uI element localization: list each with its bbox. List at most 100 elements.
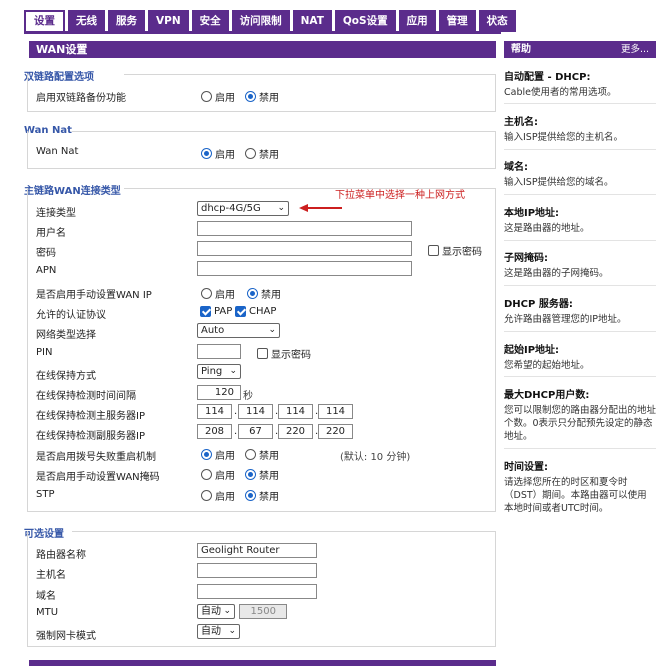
radio-icon[interactable] [201, 91, 212, 102]
stp-enable-radio[interactable]: 启用 [201, 488, 235, 503]
apn-label: APN [36, 265, 57, 276]
checkbox-icon[interactable] [428, 245, 439, 256]
redial-disable-radio[interactable]: 禁用 [245, 447, 279, 462]
show-password-checkbox[interactable]: 显示密码 [428, 243, 482, 258]
dual-link-enable-radio[interactable]: 启用 [201, 89, 235, 104]
ip-dot: . [234, 406, 238, 417]
tab-applications[interactable]: 应用 [398, 10, 436, 32]
secondary-ip-octet-4[interactable]: 220 [318, 424, 353, 439]
tab-wireless[interactable]: 无线 [68, 10, 105, 32]
help-item-desc: 输入ISP提供给您的域名。 [504, 177, 614, 188]
checkbox-label: 显示密码 [271, 350, 311, 361]
tab-status[interactable]: 状态 [478, 10, 516, 32]
password-input[interactable] [197, 241, 412, 256]
apn-input[interactable] [197, 261, 412, 276]
primary-ip-octet-2[interactable]: 114 [238, 404, 273, 419]
radio-icon[interactable] [201, 469, 212, 480]
manual-mask-enable-radio[interactable]: 启用 [201, 467, 235, 482]
manual-wan-ip-label: 是否启用手动设置WAN IP [36, 290, 152, 301]
tab-nat[interactable]: NAT [292, 10, 332, 32]
pin-input[interactable] [197, 344, 241, 359]
help-divider [504, 331, 656, 332]
secondary-ip-octet-2[interactable]: 67 [238, 424, 273, 439]
radio-label: 禁用 [259, 93, 279, 104]
tab-vpn[interactable]: VPN [148, 10, 189, 32]
domain-input[interactable] [197, 584, 317, 599]
panel-title: WAN设置 [29, 41, 496, 58]
dual-link-label: 启用双链路备份功能 [36, 93, 126, 104]
domain-label: 域名 [36, 591, 56, 602]
help-item-title: 主机名: [504, 117, 538, 128]
select-value: 自动 [201, 606, 221, 617]
primary-ip-octet-3[interactable]: 114 [278, 404, 313, 419]
net-type-select[interactable]: Auto ⌄ [197, 323, 280, 338]
select-value: dhcp-4G/5G [201, 203, 261, 214]
password-label: 密码 [36, 248, 56, 259]
pap-checkbox[interactable]: PAP [200, 306, 232, 317]
help-item-desc: 允许路由器管理您的IP地址。 [504, 314, 627, 325]
conn-type-select[interactable]: dhcp-4G/5G ⌄ [197, 201, 289, 216]
redial-enable-radio[interactable]: 启用 [201, 447, 235, 462]
primary-ip-octet-4[interactable]: 114 [318, 404, 353, 419]
tab-administration[interactable]: 管理 [438, 10, 476, 32]
manual-mask-disable-radio[interactable]: 禁用 [245, 467, 279, 482]
secondary-ip-octet-3[interactable]: 220 [278, 424, 313, 439]
radio-icon[interactable] [245, 91, 256, 102]
radio-icon[interactable] [201, 288, 212, 299]
router-name-input[interactable]: Geolight Router [197, 543, 317, 558]
keepalive-select[interactable]: Ping ⌄ [197, 364, 241, 379]
tab-access-restrictions[interactable]: 访问限制 [231, 10, 290, 32]
radio-icon[interactable] [245, 449, 256, 460]
radio-label: 启用 [215, 451, 235, 462]
wan-nat-disable-radio[interactable]: 禁用 [245, 146, 279, 161]
chevron-down-icon: ⌄ [277, 203, 285, 213]
help-item-title: 子网掩码: [504, 253, 548, 264]
help-item: 最大DHCP用户数: 您可以限制您的路由器分配出的地址个数。0表示只分配预先设定… [504, 386, 656, 443]
tab-security[interactable]: 安全 [191, 10, 229, 32]
help-item: 域名: 输入ISP提供给您的域名。 [504, 158, 656, 189]
mtu-input[interactable]: 1500 [239, 604, 287, 619]
radio-icon[interactable] [245, 469, 256, 480]
help-item: 主机名: 输入ISP提供给您的主机名。 [504, 113, 656, 144]
help-item: 时间设置: 请选择您所在的时区和夏令时（DST）期间。本路由器可以使用本地时间或… [504, 458, 656, 515]
checkbox-icon[interactable] [257, 348, 268, 359]
manual-wan-ip-enable-radio[interactable]: 启用 [201, 286, 235, 301]
nav-underline [24, 31, 501, 34]
checkbox-icon[interactable] [200, 306, 211, 317]
chap-checkbox[interactable]: CHAP [235, 306, 276, 317]
radio-icon[interactable] [201, 449, 212, 460]
hostname-label: 主机名 [36, 570, 66, 581]
wan-nat-enable-radio[interactable]: 启用 [201, 146, 235, 161]
chevron-down-icon: ⌄ [268, 325, 276, 335]
stp-label: STP [36, 489, 55, 500]
mtu-mode-select[interactable]: 自动 ⌄ [197, 604, 235, 619]
checkbox-icon[interactable] [235, 306, 246, 317]
radio-label: 启用 [215, 471, 235, 482]
annotation-text: 下拉菜单中选择一种上网方式 [335, 190, 465, 201]
manual-wan-ip-disable-radio[interactable]: 禁用 [247, 286, 281, 301]
nic-mode-select[interactable]: 自动 ⌄ [197, 624, 240, 639]
tab-services[interactable]: 服务 [108, 10, 145, 32]
auth-label: 允许的认证协议 [36, 310, 106, 321]
hostname-input[interactable] [197, 563, 317, 578]
chevron-down-icon: ⌄ [223, 606, 231, 616]
tab-settings[interactable]: 设置 [24, 10, 65, 32]
username-input[interactable] [197, 221, 412, 236]
help-item-title: 本地IP地址: [504, 208, 560, 219]
help-item: 本地IP地址: 这是路由器的地址。 [504, 204, 656, 235]
radio-label: 启用 [215, 290, 235, 301]
dual-link-disable-radio[interactable]: 禁用 [245, 89, 279, 104]
radio-icon[interactable] [201, 148, 212, 159]
primary-ip-octet-1[interactable]: 114 [197, 404, 232, 419]
interval-input[interactable]: 120 [197, 385, 241, 400]
radio-icon[interactable] [201, 490, 212, 501]
radio-icon[interactable] [247, 288, 258, 299]
pin-show-checkbox[interactable]: 显示密码 [257, 346, 311, 361]
help-more-link[interactable]: 更多... [621, 41, 649, 58]
tab-qos[interactable]: QoS设置 [334, 10, 396, 32]
radio-icon[interactable] [245, 490, 256, 501]
stp-disable-radio[interactable]: 禁用 [245, 488, 279, 503]
secondary-ip-octet-1[interactable]: 208 [197, 424, 232, 439]
checkbox-label: CHAP [249, 306, 277, 317]
radio-icon[interactable] [245, 148, 256, 159]
